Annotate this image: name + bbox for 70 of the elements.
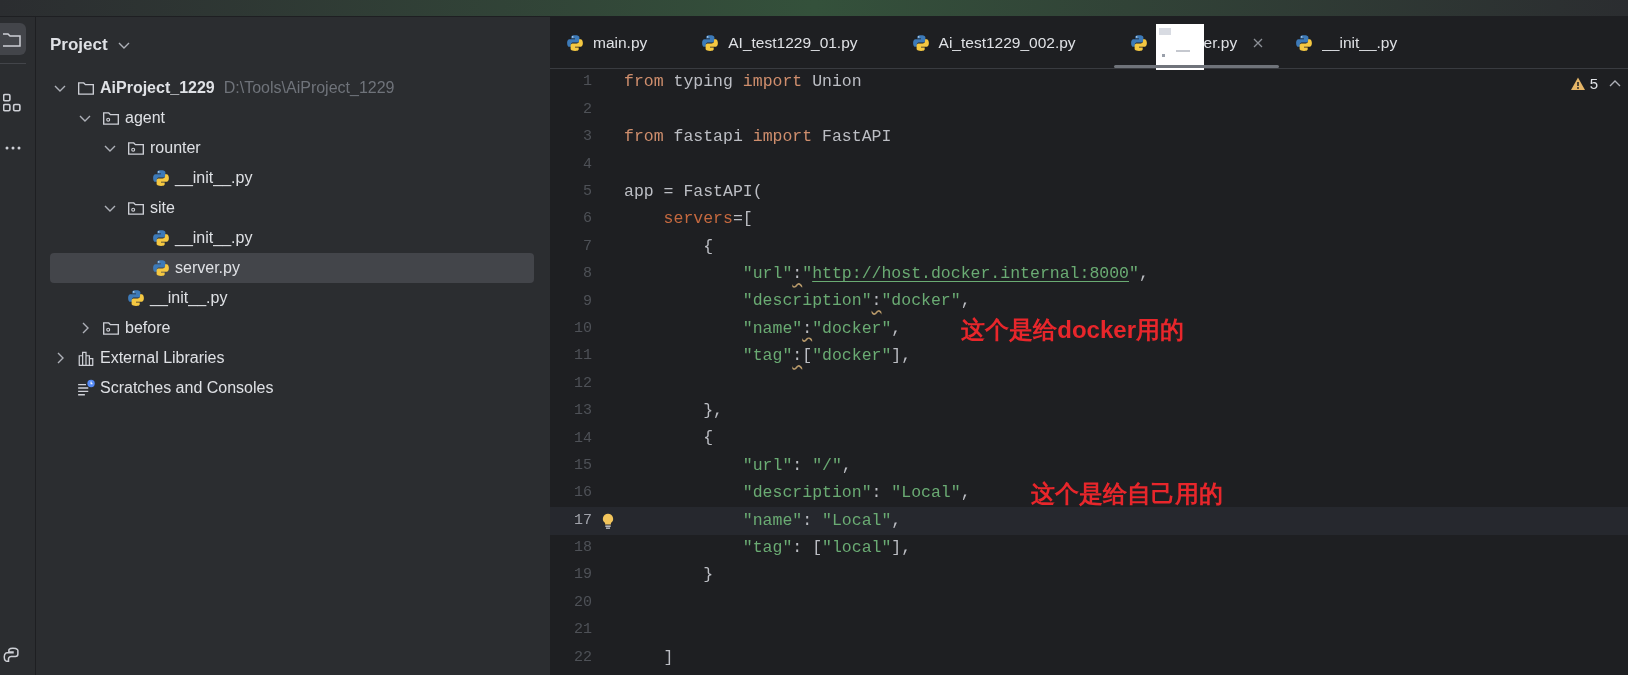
tree-item[interactable]: __init__.py — [50, 283, 534, 313]
scratches-icon — [77, 379, 95, 397]
code-line: "url": "/", — [741, 454, 852, 477]
python-file-icon — [1129, 33, 1148, 52]
code-line: }, — [702, 400, 724, 422]
warning-icon — [1569, 76, 1586, 93]
tree-item-label: rounter — [150, 138, 201, 158]
annotation-text: 这个是给自己用的 — [1030, 480, 1223, 508]
tool-window-button[interactable] — [0, 23, 26, 55]
code-line: servers=[ — [662, 208, 753, 231]
code-line: "url":"http://host.docker.internal:8000", — [741, 263, 1149, 286]
tree-item[interactable]: server.py — [50, 253, 534, 283]
editor-tab[interactable]: er.py — [1113, 17, 1280, 68]
tree-item-label: server.py — [175, 258, 240, 278]
tree-item-label: before — [125, 318, 171, 338]
python-file-icon — [1295, 33, 1314, 52]
folder-icon — [102, 109, 120, 127]
code-line: { — [702, 235, 714, 258]
python-file-icon — [127, 289, 145, 307]
tree-item-label: Scratches and Consoles — [100, 378, 274, 398]
tree-item-label: AiProject_1229 — [100, 78, 215, 98]
code-line: app = FastAPI( — [624, 180, 763, 203]
tree-item-label: __init__.py — [150, 288, 228, 309]
folder-icon — [127, 199, 145, 217]
code-line: "description":"docker", — [741, 290, 971, 313]
code-line: from fastapi import FastAPI — [624, 126, 892, 149]
annotation-text: 这个是给docker用的 — [961, 315, 1184, 343]
python-file-icon — [911, 33, 930, 52]
python-file-icon — [566, 33, 584, 52]
code-line: } — [702, 564, 714, 587]
problems-indicator[interactable]: 5 — [1569, 73, 1598, 96]
tree-item-label: __init__.py — [175, 168, 253, 189]
editor-tab[interactable]: main.py — [550, 17, 686, 68]
tree-item[interactable]: AiProject_1229 D:\Tools\AiProject_1229 — [50, 73, 534, 103]
folder-icon — [77, 79, 95, 97]
tree-item[interactable]: __init__.py — [50, 223, 534, 253]
code-line: from typing import Union — [624, 71, 862, 94]
code-line: "tag":["docker"], — [741, 345, 912, 368]
tree-item[interactable]: rounter — [50, 133, 534, 163]
python-file-icon — [152, 169, 170, 187]
tree-item-label: agent — [125, 108, 166, 128]
editor-tab[interactable]: __init__.py — [1279, 17, 1436, 68]
line-number: 17 — [573, 510, 592, 531]
tree-item[interactable]: External Libraries — [50, 343, 534, 373]
code-line: "description": "Local", — [741, 482, 971, 505]
redaction-patch — [1155, 24, 1204, 70]
tree-item-label: __init__.py — [175, 228, 253, 249]
python-file-icon — [152, 229, 170, 247]
code-line: "tag": ["local"], — [741, 536, 912, 559]
editor-tab[interactable]: Ai_test1229_002.py — [895, 17, 1114, 68]
editor-tab[interactable]: AI_test1229_01.py — [685, 17, 896, 68]
python-file-icon — [152, 259, 170, 277]
folder-icon — [127, 139, 145, 157]
python-file-icon — [701, 33, 720, 52]
tree-item-label: site — [150, 198, 175, 218]
code-line: "name":"docker", — [741, 317, 902, 340]
tree-item[interactable]: Scratches and Consoles — [50, 373, 534, 403]
tree-item[interactable]: __init__.py — [50, 163, 534, 193]
code-line: { — [702, 427, 714, 450]
project-path: D:\Tools\AiProject_1229 — [223, 78, 395, 98]
folder-icon — [102, 319, 120, 337]
tree-item-label: External Libraries — [100, 348, 225, 368]
project-view-selector[interactable]: Project — [50, 32, 132, 58]
library-icon — [77, 349, 95, 367]
tree-item[interactable]: site — [50, 193, 534, 223]
code-line: "name": "Local", — [741, 509, 902, 532]
tree-item[interactable]: agent — [50, 103, 534, 133]
code-line: ] — [662, 646, 674, 669]
tree-item[interactable]: before — [50, 313, 534, 343]
structure-icon — [3, 92, 23, 112]
